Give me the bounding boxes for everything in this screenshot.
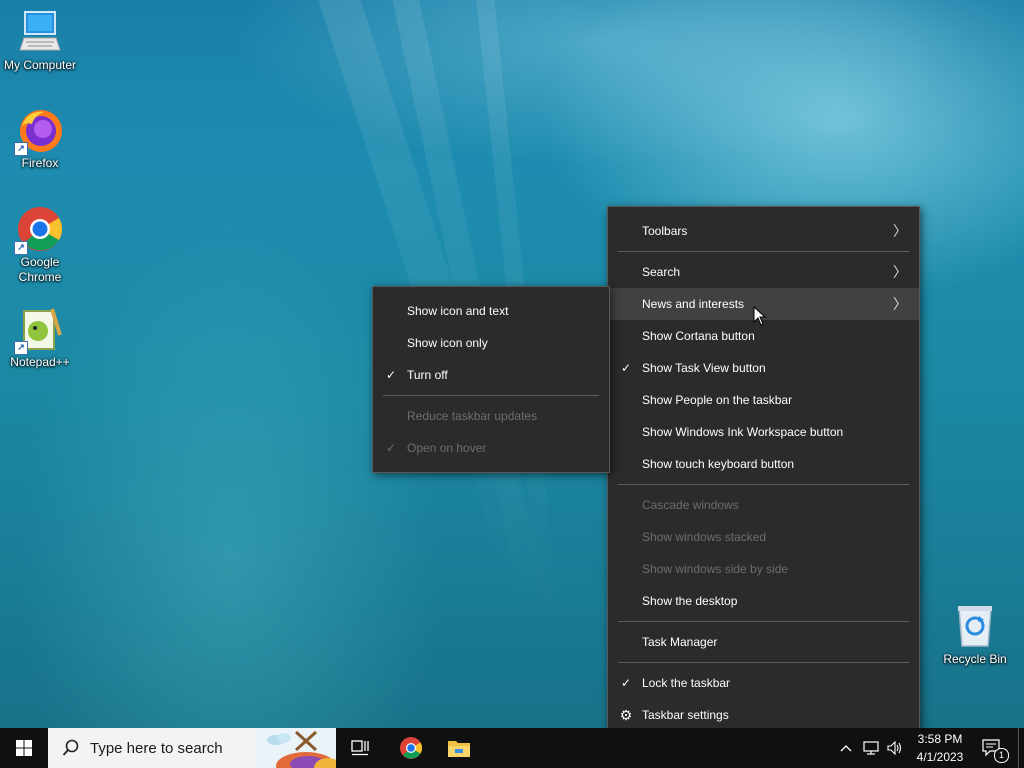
chrome-icon: [400, 737, 422, 759]
menu-item-toolbars[interactable]: Toolbars 〉: [608, 215, 919, 247]
submenu-item-reduce-taskbar-updates: Reduce taskbar updates: [373, 400, 609, 432]
menu-item-cascade-windows: Cascade windows: [608, 489, 919, 521]
clock-time: 3:58 PM: [917, 732, 963, 746]
menu-separator: [618, 621, 909, 622]
firefox-icon: ↗: [14, 106, 64, 156]
desktop-icon-notepad-plus-plus[interactable]: ↗ Notepad++: [0, 305, 80, 370]
desktop-icon-firefox[interactable]: ↗ Firefox: [0, 106, 80, 171]
file-explorer-icon: [448, 741, 470, 757]
chevron-right-icon: 〉: [893, 264, 907, 280]
menu-item-label: Show Windows Ink Workspace button: [642, 425, 844, 439]
gear-icon: ⚙: [619, 707, 633, 723]
task-view-button[interactable]: [342, 728, 378, 768]
shortcut-arrow-icon: ↗: [14, 341, 28, 355]
notepad-plus-plus-icon: ↗: [14, 305, 64, 355]
menu-item-label: Open on hover: [407, 441, 487, 455]
menu-item-label: Show touch keyboard button: [642, 457, 795, 471]
menu-item-label: Cascade windows: [642, 498, 739, 512]
task-view-icon: [351, 740, 369, 756]
menu-item-label: Show icon and text: [407, 304, 509, 318]
taskbar-app-file-explorer[interactable]: [440, 728, 478, 768]
show-hidden-icons-button[interactable]: [836, 728, 856, 768]
menu-item-show-windows-ink-workspace[interactable]: Show Windows Ink Workspace button: [608, 416, 919, 448]
menu-separator: [383, 395, 599, 396]
menu-item-lock-the-taskbar[interactable]: ✓ Lock the taskbar: [608, 667, 919, 699]
taskbar-context-menu: Toolbars 〉 Search 〉 News and interests 〉…: [607, 206, 920, 738]
taskbar: Type here to search 3:58 PM 4/1/2023 1: [0, 728, 1024, 768]
taskbar-search-box[interactable]: Type here to search: [48, 728, 336, 768]
menu-item-label: Lock the taskbar: [642, 676, 731, 690]
checkmark-icon: ✓: [620, 361, 632, 375]
mouse-cursor-icon: [753, 306, 767, 326]
menu-item-label: Show windows stacked: [642, 530, 767, 544]
desktop-icon-label: Recycle Bin: [943, 652, 1007, 666]
windows-logo-icon: [16, 740, 32, 756]
news-and-interests-submenu: Show icon and text Show icon only ✓ Turn…: [372, 286, 610, 473]
search-placeholder: Type here to search: [90, 739, 223, 757]
menu-item-label: Show the desktop: [642, 594, 738, 608]
network-button[interactable]: [860, 728, 882, 768]
submenu-item-show-icon-only[interactable]: Show icon only: [373, 327, 609, 359]
speaker-icon: [887, 741, 902, 755]
menu-item-label: Toolbars: [642, 224, 688, 238]
menu-item-show-task-view-button[interactable]: ✓ Show Task View button: [608, 352, 919, 384]
desktop-icon-label: Firefox: [21, 156, 59, 170]
menu-item-label: Search: [642, 265, 681, 279]
menu-item-taskbar-settings[interactable]: ⚙ Taskbar settings: [608, 699, 919, 731]
network-icon: [863, 741, 879, 755]
checkmark-icon: ✓: [620, 676, 632, 690]
search-icon: [62, 739, 79, 756]
menu-item-show-touch-keyboard[interactable]: Show touch keyboard button: [608, 448, 919, 480]
chrome-icon: ↗: [14, 205, 64, 255]
shortcut-arrow-icon: ↗: [14, 241, 28, 255]
desktop-icon-my-computer[interactable]: My Computer: [0, 8, 80, 73]
menu-item-label: Show People on the taskbar: [642, 393, 793, 407]
search-highlight-illustration-icon: [256, 728, 336, 768]
menu-item-show-windows-stacked: Show windows stacked: [608, 521, 919, 553]
menu-item-label: Turn off: [407, 368, 448, 382]
notification-count-badge: 1: [994, 748, 1009, 763]
desktop-icon-google-chrome[interactable]: ↗ Google Chrome: [0, 205, 80, 285]
menu-item-label: News and interests: [642, 297, 745, 311]
menu-item-label: Task Manager: [642, 635, 718, 649]
submenu-item-turn-off[interactable]: ✓ Turn off: [373, 359, 609, 391]
menu-item-show-windows-side-by-side: Show windows side by side: [608, 553, 919, 585]
desktop-icon-label: Notepad++: [10, 355, 70, 369]
desktop-icon-label: My Computer: [3, 58, 77, 72]
menu-item-label: Show Task View button: [642, 361, 766, 375]
menu-item-search[interactable]: Search 〉: [608, 256, 919, 288]
menu-item-task-manager[interactable]: Task Manager: [608, 626, 919, 658]
clock-date: 4/1/2023: [916, 750, 964, 764]
submenu-item-open-on-hover: ✓ Open on hover: [373, 432, 609, 464]
submenu-item-show-icon-and-text[interactable]: Show icon and text: [373, 295, 609, 327]
menu-item-label: Show Cortana button: [642, 329, 755, 343]
recycle-bin-icon: [951, 602, 999, 650]
checkmark-icon: ✓: [385, 368, 397, 382]
taskbar-clock[interactable]: 3:58 PM 4/1/2023: [914, 730, 966, 766]
chevron-right-icon: 〉: [893, 296, 907, 312]
menu-item-label: Show icon only: [407, 336, 488, 350]
menu-item-label: Reduce taskbar updates: [407, 409, 538, 423]
menu-item-label: Show windows side by side: [642, 562, 789, 576]
start-button[interactable]: [0, 728, 48, 768]
menu-item-show-the-desktop[interactable]: Show the desktop: [608, 585, 919, 617]
menu-item-label: Taskbar settings: [642, 708, 729, 722]
desktop-icon-label: Google Chrome: [18, 255, 62, 284]
volume-button[interactable]: [884, 728, 906, 768]
desktop-icon-recycle-bin[interactable]: Recycle Bin: [935, 602, 1015, 667]
computer-icon: [16, 8, 64, 56]
menu-separator: [618, 662, 909, 663]
show-desktop-button[interactable]: [1018, 728, 1024, 768]
shortcut-arrow-icon: ↗: [14, 142, 28, 156]
chevron-up-icon: [840, 745, 852, 752]
checkmark-icon: ✓: [385, 441, 397, 455]
menu-separator: [618, 251, 909, 252]
chevron-right-icon: 〉: [893, 223, 907, 239]
action-center-button[interactable]: 1: [972, 728, 1012, 768]
menu-item-show-people[interactable]: Show People on the taskbar: [608, 384, 919, 416]
taskbar-app-chrome[interactable]: [392, 728, 430, 768]
menu-separator: [618, 484, 909, 485]
